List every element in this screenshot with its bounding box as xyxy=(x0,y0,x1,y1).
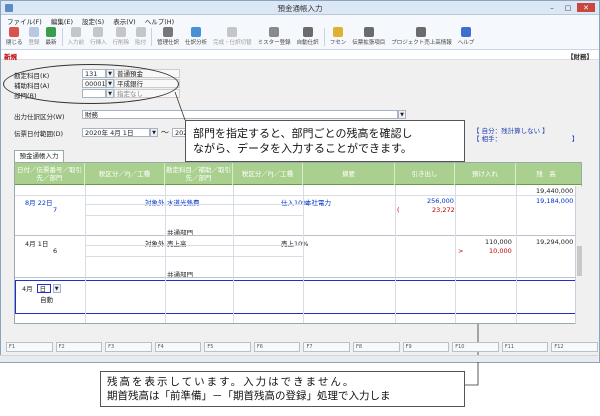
grid-scrollbar[interactable] xyxy=(575,186,582,324)
row2-tax-right: 売上10% xyxy=(281,240,309,248)
tab-yokin[interactable]: 預金通帳入力 xyxy=(14,150,64,162)
row1-account: 水道光熱費 xyxy=(167,199,200,207)
fkey-6[interactable]: F6 xyxy=(253,342,301,352)
row2-tax-left: 対象外 xyxy=(145,240,165,248)
fkey-5[interactable]: F5 xyxy=(204,342,251,352)
row1-date: 8月 22日 xyxy=(25,199,53,207)
new-row-day-dropdown-icon[interactable]: ▼ xyxy=(52,283,61,293)
function-key-bar: F1 F2 F3 F4 F5 F6 F7 F8 F9 F10 F11 F12 xyxy=(0,342,598,354)
row1-no: 7 xyxy=(53,206,58,214)
fkey-8[interactable]: F8 xyxy=(353,342,400,352)
new-row-day-input[interactable]: 日 xyxy=(36,283,51,293)
row1-out-tax: 23,272 xyxy=(432,206,455,214)
row1-balance: 19,184,000 xyxy=(536,197,574,205)
fkey-11[interactable]: F11 xyxy=(501,342,549,352)
row1-tekiyo: 本社電力 xyxy=(305,199,331,207)
fkey-9[interactable]: F9 xyxy=(402,342,450,352)
callout-balance: 残高を表示しています。入力はできません。 期首残高は「前準備」－「期首残高の登録… xyxy=(100,371,465,407)
new-entry-row[interactable]: 4月 日 ▼ 自動 xyxy=(15,280,576,314)
row1-tax-left: 対象外 xyxy=(145,199,165,207)
status-bar xyxy=(0,355,598,362)
fkey-2[interactable]: F2 xyxy=(55,342,103,352)
row2-in-tax: 10,000 xyxy=(489,247,512,255)
row2-date: 4月 1日 xyxy=(25,240,49,248)
fkey-3[interactable]: F3 xyxy=(105,342,152,352)
fkey-7[interactable]: F7 xyxy=(303,342,351,352)
new-row-month: 4月 xyxy=(22,285,33,293)
scroll-thumb[interactable] xyxy=(577,246,582,276)
fkey-1[interactable]: F1 xyxy=(6,342,53,352)
fkey-4[interactable]: F4 xyxy=(154,342,202,352)
row2-in: 110,000 xyxy=(485,238,512,246)
fkey-10[interactable]: F10 xyxy=(452,342,499,352)
opening-balance: 19,440,000 xyxy=(536,187,574,195)
row2-account: 売上高 xyxy=(167,240,187,248)
grid-header: 日付／伝票番号／取引先／部門 税区分／PJ／工種 勘定科目／補助／取引先／部門 … xyxy=(15,163,581,185)
new-row-no: 自動 xyxy=(40,296,53,304)
journal-grid: 日付／伝票番号／取引先／部門 税区分／PJ／工種 勘定科目／補助／取引先／部門 … xyxy=(14,162,582,324)
row1-out: 256,000 xyxy=(427,197,454,205)
row2-balance: 19,294,000 xyxy=(536,238,574,246)
fkey-12[interactable]: F12 xyxy=(551,342,598,352)
row2-no: 6 xyxy=(53,247,58,255)
